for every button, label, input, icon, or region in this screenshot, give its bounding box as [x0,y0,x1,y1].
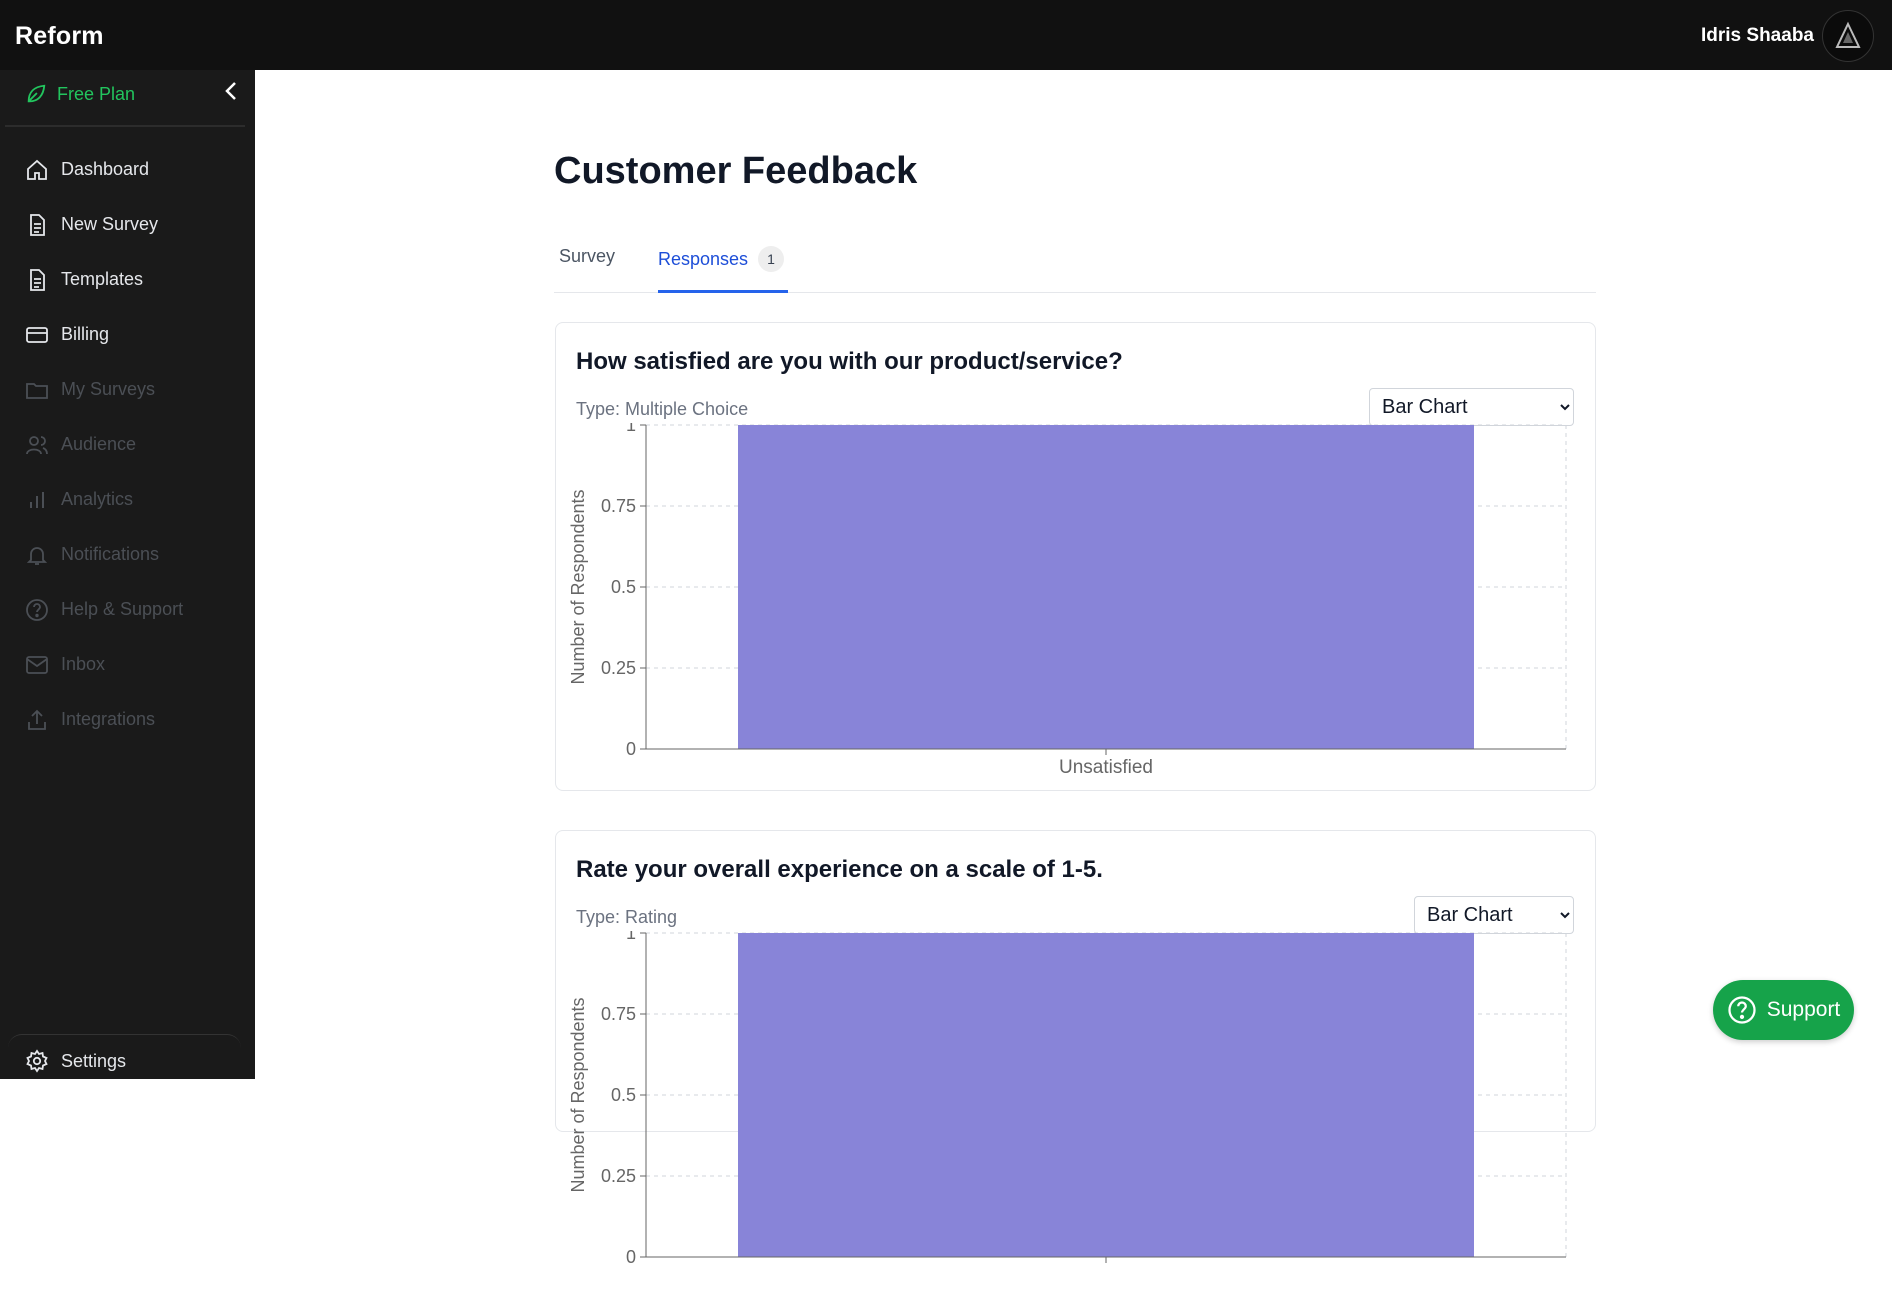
question-card: Rate your overall experience on a scale … [555,830,1596,1267]
sidebar-item-label: Templates [61,269,144,289]
y-tick-label: 0.5 [611,1085,636,1105]
tab-bar: Survey Responses 1 [554,240,1596,293]
bar-chart: 0 0.25 0.5 0.75 1 Number of Respondents [568,931,1567,1267]
question-title: Rate your overall experience on a scale … [576,856,1103,883]
y-tick-label: 0.5 [611,577,636,597]
chart-type-select[interactable]: Bar Chart [1414,896,1574,934]
sidebar-item-label: Analytics [61,489,134,509]
support-label: Support [1766,998,1841,1021]
y-tick-label: 0.25 [601,1166,636,1186]
folder-icon [26,382,48,399]
home-icon [27,159,47,180]
chart-bar [738,425,1474,749]
question-title: How satisfied are you with our product/s… [576,348,1123,375]
y-tick-label: 0.75 [601,1004,636,1024]
x-tick-label: Unsatisfied [1059,757,1153,778]
support-button[interactable]: Support [1713,980,1854,1040]
active-tab-indicator [658,290,788,293]
y-tick-label: 0.25 [601,658,636,678]
sidebar-item-templates[interactable]: Templates [0,252,255,307]
chevron-left-icon [225,82,236,100]
top-bar: Reform Idris Shaaba [0,0,1892,70]
settings-section: Settings [8,1034,241,1095]
sidebar-item-inbox[interactable]: Inbox [0,637,255,692]
bar-chart-icon [30,491,44,508]
sidebar-item-my-surveys[interactable]: My Surveys [0,362,255,417]
y-tick-label: 0 [626,1247,636,1267]
bar-chart: 0 0.25 0.5 0.75 1 Unsatisfied Number of Respon… [568,423,1567,778]
y-tick-label: 1 [626,931,636,943]
sidebar-item-label: Billing [61,324,110,344]
sidebar: Free Plan Dashboard New Survey Templates… [0,70,255,1079]
sidebar-item-label: Notifications [61,544,160,564]
sidebar-item-new-survey[interactable]: New Survey [0,197,255,252]
y-axis-label: Number of Respondents [568,489,588,684]
page-title: Customer Feedback [554,150,918,192]
gear-icon [26,1049,48,1073]
sidebar-divider [5,125,245,127]
sidebar-item-analytics[interactable]: Analytics [0,472,255,527]
bell-icon [26,546,48,565]
sidebar-item-notifications[interactable]: Notifications [0,527,255,582]
sidebar-item-label: Help & Support [61,599,184,619]
settings-label: Settings [61,1050,127,1071]
help-circle-icon [1728,996,1756,1024]
tab-responses-label: Responses [658,248,749,269]
responses-count-badge: 1 [758,246,785,272]
sidebar-item-billing[interactable]: Billing [0,307,255,362]
users-icon [26,435,48,454]
sidebar-item-integrations[interactable]: Integrations [0,692,255,747]
leaf-icon [27,84,46,103]
user-avatar-icon[interactable] [1822,10,1874,62]
sidebar-nav: Dashboard New Survey Templates Billing M… [0,142,255,747]
user-name[interactable]: Idris Shaaba [1701,25,1814,47]
sidebar-item-label: Integrations [61,709,156,729]
question-card: How satisfied are you with our product/s… [555,322,1596,791]
question-type: Type: Rating [576,907,678,927]
collapse-sidebar-button[interactable] [220,78,242,104]
sidebar-item-audience[interactable]: Audience [0,417,255,472]
document-icon [30,268,45,291]
chart-type-select[interactable]: Bar Chart [1369,388,1574,426]
free-plan-badge[interactable]: Free Plan [25,76,135,112]
help-circle-icon [26,598,48,621]
sidebar-item-settings[interactable]: Settings [25,1049,126,1073]
sidebar-item-label: Audience [61,434,137,454]
sidebar-item-dashboard[interactable]: Dashboard [0,142,255,197]
plan-label: Free Plan [57,83,136,104]
y-axis-label: Number of Respondents [568,997,588,1192]
sidebar-item-label: New Survey [61,214,159,234]
sidebar-item-label: Inbox [61,654,106,674]
y-tick-label: 0.75 [601,496,636,516]
question-type: Type: Multiple Choice [576,399,749,419]
upload-icon [28,709,46,730]
y-tick-label: 1 [626,423,636,435]
sidebar-item-label: My Surveys [61,379,156,399]
chart-bar [738,933,1474,1257]
app-brand[interactable]: Reform [15,22,104,51]
tab-survey[interactable]: Survey [559,246,615,267]
credit-card-icon [26,326,48,343]
tab-responses[interactable]: Responses 1 [658,246,785,272]
document-icon [30,213,45,236]
sidebar-item-label: Dashboard [61,159,150,179]
mail-icon [26,655,48,674]
sidebar-item-help-support[interactable]: Help & Support [0,582,255,637]
y-tick-label: 0 [626,739,636,759]
